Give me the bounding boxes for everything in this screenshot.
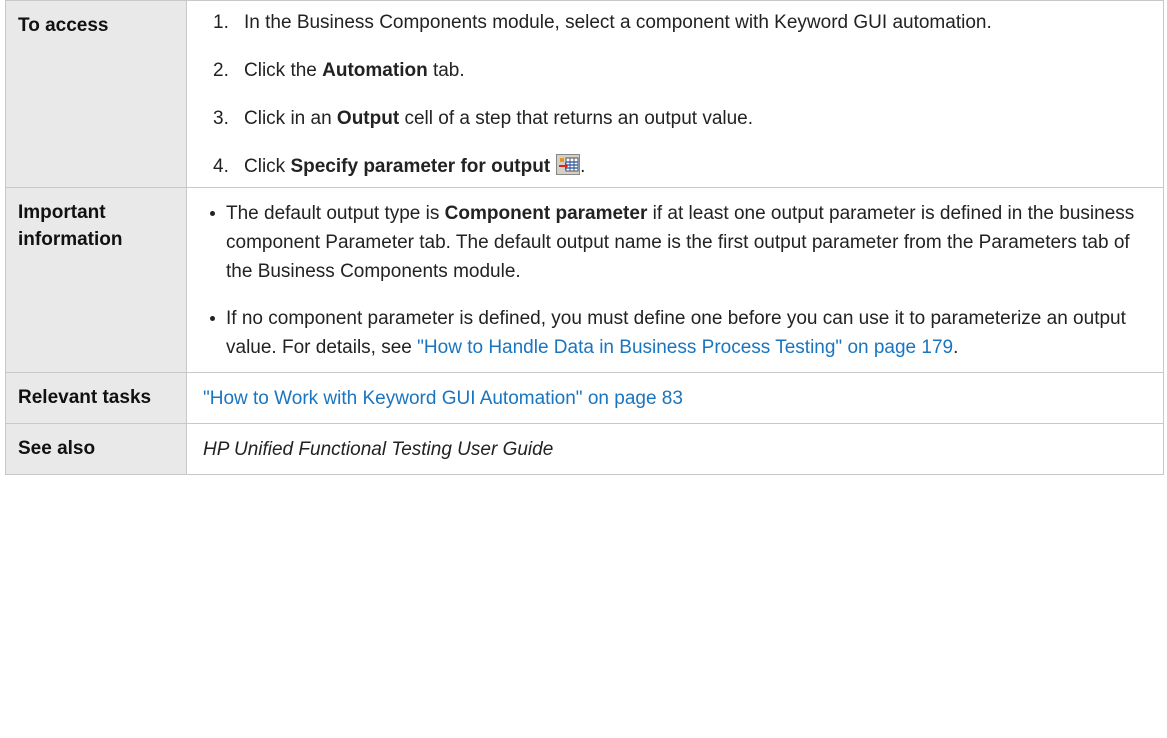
bullet-1: The default output type is Component par… xyxy=(203,199,1147,286)
header-to-access: To access xyxy=(5,0,187,188)
header-important-information: Important information xyxy=(5,187,187,373)
header-see-also: See also xyxy=(5,423,187,475)
bullet-text-post: . xyxy=(953,337,959,358)
step-number: 3. xyxy=(213,108,229,129)
relevant-tasks-content: "How to Work with Keyword GUI Automation… xyxy=(186,372,1164,424)
bullet-bold-component-parameter: Component parameter xyxy=(444,203,648,224)
bullet-text-pre: The default output type is xyxy=(226,203,445,224)
step-text-pre: Click in an xyxy=(244,108,337,129)
step-number: 4. xyxy=(213,156,229,177)
step-text-post: . xyxy=(580,156,586,177)
step-number: 1. xyxy=(213,12,229,33)
link-handle-data[interactable]: "How to Handle Data in Business Process … xyxy=(417,337,953,358)
row-relevant-tasks: Relevant tasks "How to Work with Keyword… xyxy=(5,372,1164,424)
row-to-access: To access 1. In the Business Components … xyxy=(5,0,1164,188)
row-important-information: Important information The default output… xyxy=(5,187,1164,373)
specify-parameter-icon xyxy=(556,154,581,175)
step-bold-automation: Automation xyxy=(322,60,428,81)
step-bold-output: Output xyxy=(336,108,400,129)
step-1: 1. In the Business Components module, se… xyxy=(203,8,1147,37)
step-2: 2. Click the Automation tab. xyxy=(203,56,1147,85)
to-access-content: 1. In the Business Components module, se… xyxy=(186,0,1164,188)
bullet-dot xyxy=(210,211,215,216)
see-also-content: HP Unified Functional Testing User Guide xyxy=(186,423,1164,475)
step-number: 2. xyxy=(213,60,229,81)
step-4: 4. Click Specify parameter for output. xyxy=(203,152,1147,181)
access-steps-list: 1. In the Business Components module, se… xyxy=(203,8,1147,181)
row-see-also: See also HP Unified Functional Testing U… xyxy=(5,423,1164,475)
link-keyword-gui-automation[interactable]: "How to Work with Keyword GUI Automation… xyxy=(203,388,683,409)
important-information-content: The default output type is Component par… xyxy=(186,187,1164,373)
info-table: To access 1. In the Business Components … xyxy=(5,0,1164,475)
bullet-dot xyxy=(210,316,215,321)
bullet-2: If no component parameter is defined, yo… xyxy=(203,304,1147,362)
step-3: 3. Click in an Output cell of a step tha… xyxy=(203,104,1147,133)
step-text-post: cell of a step that returns an output va… xyxy=(399,108,754,129)
step-text-pre: Click the xyxy=(244,60,323,81)
step-text-post: tab. xyxy=(427,60,465,81)
step-bold-specify-parameter: Specify parameter for output xyxy=(290,156,551,177)
important-bullets: The default output type is Component par… xyxy=(203,199,1147,362)
step-text-pre: Click xyxy=(244,156,291,177)
header-relevant-tasks: Relevant tasks xyxy=(5,372,187,424)
step-text: In the Business Components module, selec… xyxy=(244,12,992,33)
